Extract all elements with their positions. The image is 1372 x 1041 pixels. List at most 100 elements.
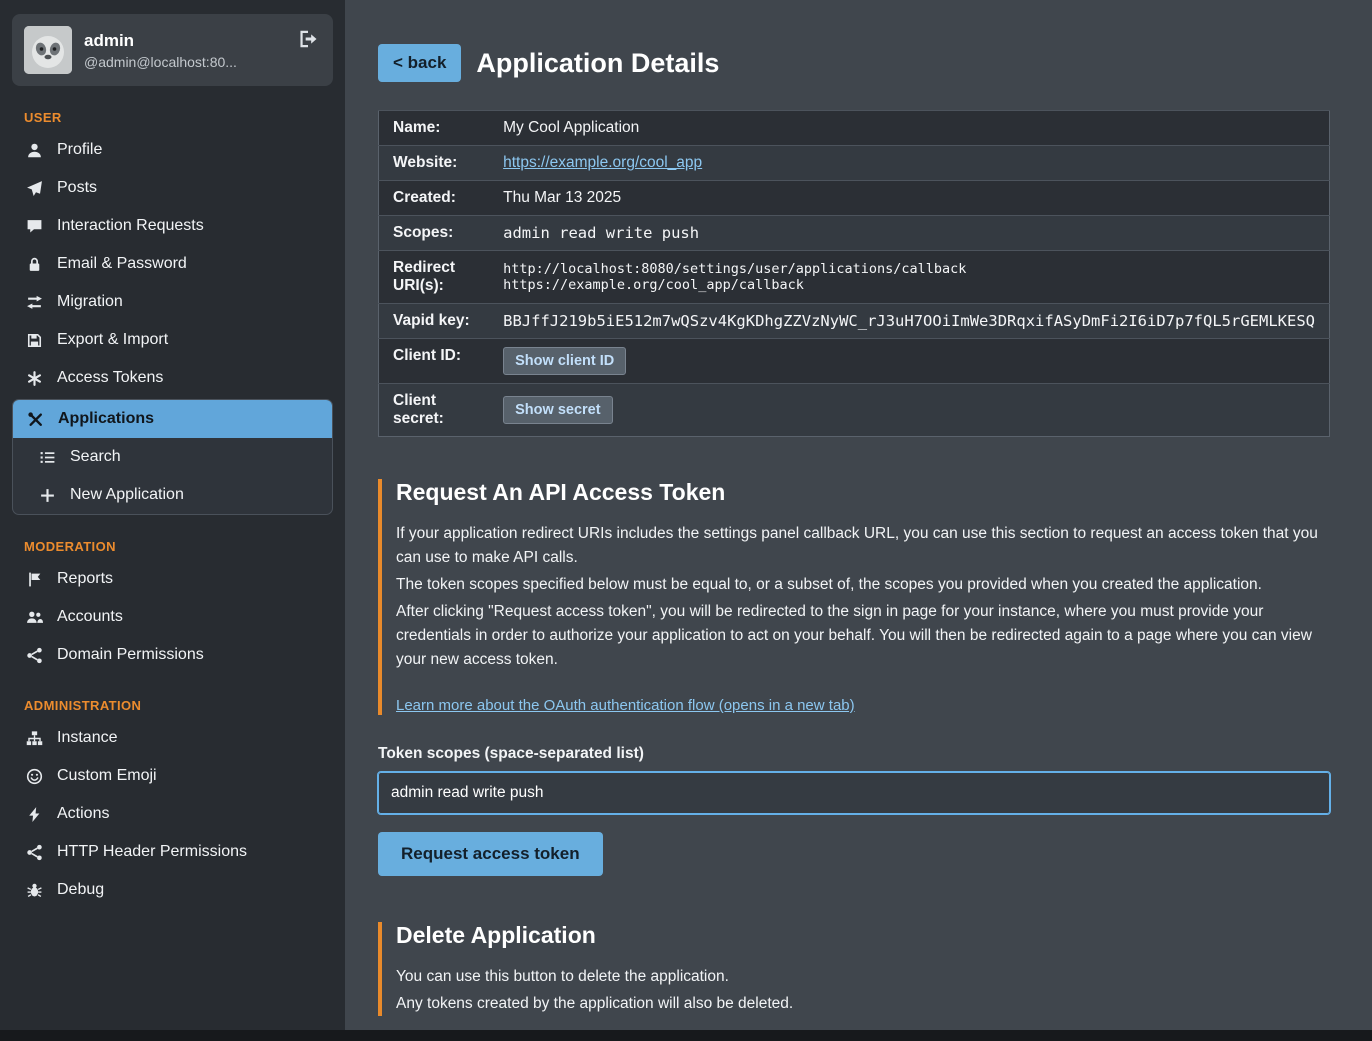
bug-icon [24, 882, 44, 899]
sitemap-icon [24, 730, 44, 747]
sidebar-item-domain-permissions[interactable]: Domain Permissions [12, 636, 333, 674]
request-token-paragraph: After clicking "Request access token", y… [396, 600, 1330, 672]
detail-value: Show secret [489, 384, 1329, 437]
back-button[interactable]: < back [378, 44, 461, 82]
detail-row-redirect-uri-s: Redirect URI(s): http://localhost:8080/se… [379, 251, 1330, 304]
sidebar-item-label: Reports [57, 570, 113, 588]
request-token-paragraph: If your application redirect URIs includ… [396, 522, 1330, 570]
sidebar-item-label: Email & Password [57, 255, 187, 273]
page-title: Application Details [476, 48, 719, 79]
sidebar-item-accounts[interactable]: Accounts [12, 598, 333, 636]
sidebar-item-label: Domain Permissions [57, 646, 204, 664]
detail-value: https://example.org/cool_app [489, 146, 1329, 181]
list-icon [37, 449, 57, 466]
sidebar-item-profile[interactable]: Profile [12, 131, 333, 169]
sidebar-item-label: Export & Import [57, 331, 168, 349]
show-client-id-button[interactable]: Show client ID [503, 347, 626, 375]
sidebar-item-email-password[interactable]: Email & Password [12, 245, 333, 283]
app-root: admin @admin@localhost:80... USERProfile… [0, 0, 1372, 1030]
sidebar-item-custom-emoji[interactable]: Custom Emoji [12, 757, 333, 795]
sidebar-item-new-application[interactable]: New Application [13, 476, 332, 514]
sidebar-item-label: New Application [70, 486, 184, 504]
detail-value: Show client ID [489, 339, 1329, 384]
user-icon [24, 142, 44, 159]
request-access-token-button[interactable]: Request access token [378, 832, 603, 876]
sidebar-item-migration[interactable]: Migration [12, 283, 333, 321]
detail-label: Redirect URI(s): [379, 251, 490, 304]
detail-row-created: Created:Thu Mar 13 2025 [379, 181, 1330, 216]
token-scopes-input[interactable] [378, 772, 1330, 814]
request-token-paragraph: The token scopes specified below must be… [396, 573, 1330, 597]
sidebar-item-label: Migration [57, 293, 123, 311]
main-content: < back Application Details Name:My Cool … [345, 0, 1372, 1030]
detail-value: Thu Mar 13 2025 [489, 181, 1329, 216]
sidebar-item-debug[interactable]: Debug [12, 871, 333, 909]
sidebar-item-label: Access Tokens [57, 369, 163, 387]
delete-application-heading: Delete Application [396, 922, 1330, 949]
avatar [24, 26, 72, 74]
detail-row-website: Website: https://example.org/cool_app [379, 146, 1330, 181]
sidebar-item-posts[interactable]: Posts [12, 169, 333, 207]
sidebar-item-export-import[interactable]: Export & Import [12, 321, 333, 359]
delete-paragraph: Any tokens created by the application wi… [396, 992, 1330, 1016]
user-card[interactable]: admin @admin@localhost:80... [12, 14, 333, 86]
network-icon [24, 844, 44, 861]
show-secret-button[interactable]: Show secret [503, 396, 612, 424]
sidebar-item-label: Posts [57, 179, 97, 197]
website-link[interactable]: https://example.org/cool_app [503, 154, 702, 171]
sidebar-item-label: Debug [57, 881, 104, 899]
sidebar-item-label: Search [70, 448, 121, 466]
redirect-uri: https://example.org/cool_app/callback [503, 277, 1315, 293]
sidebar-item-instance[interactable]: Instance [12, 719, 333, 757]
share-nodes-icon [24, 647, 44, 664]
request-token-heading: Request An API Access Token [396, 479, 1330, 506]
detail-label: Client secret: [379, 384, 490, 437]
smiley-icon [24, 768, 44, 785]
detail-row-client-id: Client ID: Show client ID [379, 339, 1330, 384]
plus-icon [37, 487, 57, 504]
detail-label: Name: [379, 111, 490, 146]
detail-value: http://localhost:8080/settings/user/appl… [489, 251, 1329, 304]
sidebar-item-interaction-requests[interactable]: Interaction Requests [12, 207, 333, 245]
sidebar-item-access-tokens[interactable]: Access Tokens [12, 359, 333, 397]
sidebar-item-label: HTTP Header Permissions [57, 843, 247, 861]
logout-icon[interactable] [295, 26, 321, 57]
sidebar-item-label: Actions [57, 805, 109, 823]
detail-row-vapid-key: Vapid key:BBJffJ219b5iE512m7wQSzv4KgKDhg… [379, 304, 1330, 339]
user-handle: @admin@localhost:80... [84, 54, 283, 70]
floppy-disk-icon [24, 332, 44, 349]
comment-icon [24, 218, 44, 235]
title-row: < back Application Details [378, 44, 1330, 82]
tools-icon [25, 411, 45, 428]
section-header-administration: ADMINISTRATION [12, 698, 333, 713]
sidebar-item-label: Custom Emoji [57, 767, 157, 785]
oauth-docs-link[interactable]: Learn more about the OAuth authenticatio… [396, 697, 855, 714]
request-token-section: Request An API Access Token If your appl… [378, 479, 1330, 876]
detail-label: Website: [379, 146, 490, 181]
sidebar-item-applications[interactable]: Applications [13, 400, 332, 438]
sidebar-item-actions[interactable]: Actions [12, 795, 333, 833]
sidebar-item-label: Profile [57, 141, 102, 159]
detail-label: Vapid key: [379, 304, 490, 339]
detail-value: admin read write push [489, 216, 1329, 251]
detail-label: Created: [379, 181, 490, 216]
detail-label: Scopes: [379, 216, 490, 251]
sidebar-item-reports[interactable]: Reports [12, 560, 333, 598]
detail-label: Client ID: [379, 339, 490, 384]
section-header-moderation: MODERATION [12, 539, 333, 554]
sidebar-item-label: Applications [58, 410, 154, 428]
sidebar-item-search[interactable]: Search [13, 438, 332, 476]
transfer-arrows-icon [24, 294, 44, 311]
detail-row-client-secret: Client secret: Show secret [379, 384, 1330, 437]
sidebar-item-http-header-permissions[interactable]: HTTP Header Permissions [12, 833, 333, 871]
bolt-icon [24, 806, 44, 823]
paper-plane-icon [24, 180, 44, 197]
users-icon [24, 609, 44, 626]
detail-row-scopes: Scopes:admin read write push [379, 216, 1330, 251]
lock-icon [24, 256, 44, 273]
detail-value: BBJffJ219b5iE512m7wQSzv4KgKDhgZZVzNyWC_r… [489, 304, 1329, 339]
delete-application-section: Delete Application You can use this butt… [378, 922, 1330, 1030]
active-nav-group: Applications Search New Application [12, 399, 333, 515]
detail-row-name: Name:My Cool Application [379, 111, 1330, 146]
redirect-uri: http://localhost:8080/settings/user/appl… [503, 261, 1315, 277]
